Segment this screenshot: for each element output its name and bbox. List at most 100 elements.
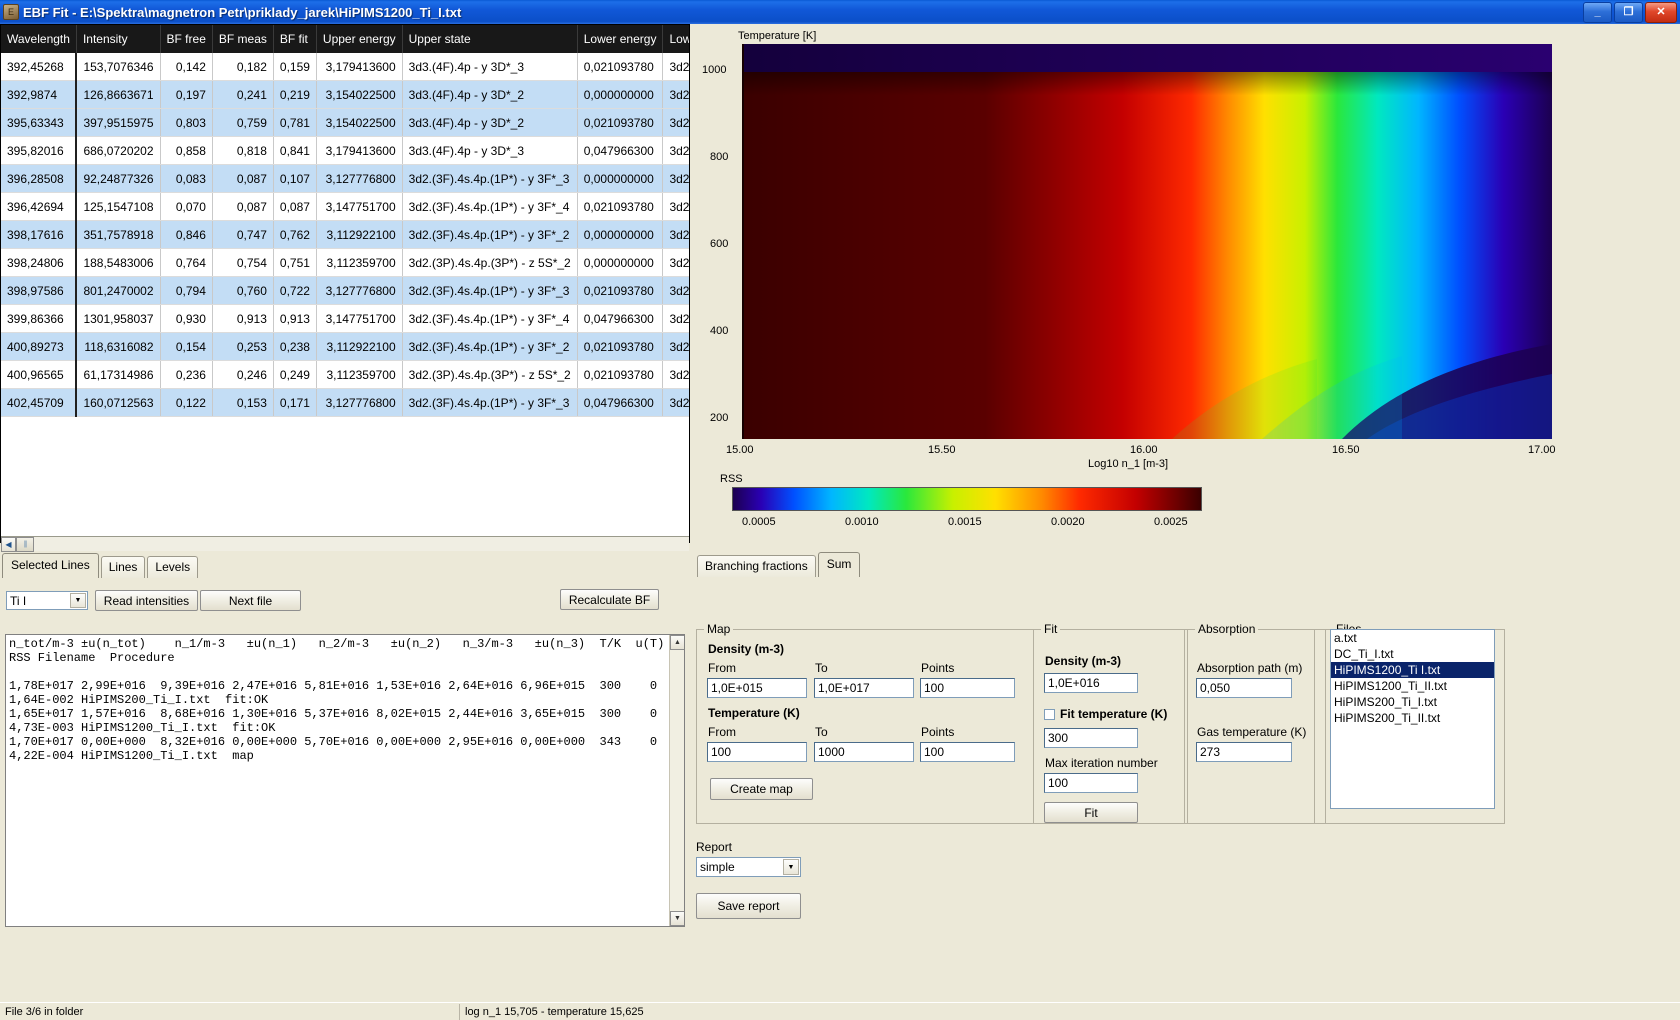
map-density-to-label: To: [815, 661, 828, 675]
map-temp-to-input[interactable]: 1000: [814, 742, 914, 762]
table-cell: 0,087: [212, 164, 274, 193]
chevron-down-icon[interactable]: ▼: [70, 593, 86, 608]
table-horizontal-scrollbar[interactable]: ◀ |||: [1, 536, 689, 552]
table-cell: 3,127776800: [316, 164, 403, 193]
tab-levels[interactable]: Levels: [147, 556, 199, 578]
files-list-item[interactable]: HiPIMS200_Ti_II.txt: [1331, 710, 1494, 726]
fit-temperature-input[interactable]: 300: [1044, 728, 1138, 748]
species-select[interactable]: Ti I ▼: [6, 591, 88, 610]
next-file-button[interactable]: Next file: [200, 590, 301, 611]
tab-sum[interactable]: Sum: [817, 552, 861, 577]
create-map-button[interactable]: Create map: [710, 778, 813, 800]
column-header-bf-meas[interactable]: BF meas: [212, 25, 274, 53]
files-list-item[interactable]: HiPIMS200_Ti_I.txt: [1331, 694, 1494, 710]
minimize-button[interactable]: _: [1583, 2, 1612, 23]
scroll-left-icon[interactable]: ◀: [1, 536, 16, 552]
scroll-down-icon[interactable]: ▼: [670, 911, 684, 926]
files-list-item[interactable]: DC_Ti_I.txt: [1331, 646, 1494, 662]
chevron-down-icon[interactable]: ▼: [783, 859, 799, 875]
table-row[interactable]: 395,63343 397,9515975 0,803 0,759 0,781 3,154…: [1, 108, 689, 137]
table-cell: 0,253: [212, 332, 274, 361]
table-row[interactable]: 402,45709 160,0712563 0,122 0,153 0,171 3,127…: [1, 388, 689, 417]
column-header-lower-energy[interactable]: Lower energy: [577, 25, 664, 53]
table-row[interactable]: 400,89273 118,6316082 0,154 0,253 0,238 3,112…: [1, 332, 689, 361]
save-report-button[interactable]: Save report: [696, 893, 801, 919]
table-row[interactable]: 400,96565 61,17314986 0,236 0,246 0,249 3,112…: [1, 360, 689, 389]
table-cell: 0,047966300: [577, 388, 664, 417]
gas-temperature-input[interactable]: 273: [1196, 742, 1292, 762]
table-row[interactable]: 396,28508 92,24877326 0,083 0,087 0,107 3,127…: [1, 164, 689, 193]
table-cell: 0,000000000: [577, 220, 664, 249]
column-header-upper-state[interactable]: Upper state: [402, 25, 578, 53]
table-row[interactable]: 392,45268 153,7076346 0,142 0,182 0,159 3,179…: [1, 53, 689, 81]
column-header-lower-state[interactable]: Lowe: [662, 25, 689, 53]
table-cell: 0,021093780: [577, 53, 664, 81]
table-cell: 3d2.(3F).4s.4p.(1P*) - y 3F*_3: [402, 164, 578, 193]
fit-density-input[interactable]: 1,0E+016: [1044, 673, 1138, 693]
table-cell: 3d2.(3F).4s.4p.(1P*) - y 3F*_4: [402, 304, 578, 333]
table-cell: 392,45268: [1, 53, 78, 81]
files-list-item[interactable]: HiPIMS1200_Ti I.txt: [1331, 662, 1494, 678]
table-row[interactable]: 398,97586 801,2470002 0,794 0,760 0,722 3,127…: [1, 276, 689, 305]
column-header-upper-energy[interactable]: Upper energy: [316, 25, 403, 53]
column-header-bf-fit[interactable]: BF fit: [273, 25, 317, 53]
files-list-item[interactable]: a.txt: [1331, 630, 1494, 646]
map-temp-points-input[interactable]: 100: [920, 742, 1015, 762]
fit-temperature-checkbox-row[interactable]: Fit temperature (K): [1044, 707, 1167, 721]
lines-table: Wavelength Intensity BF free BF meas BF …: [1, 25, 689, 417]
table-cell: 0,762: [273, 220, 317, 249]
absorption-path-input[interactable]: 0,050: [1196, 678, 1292, 698]
scroll-up-icon[interactable]: ▲: [670, 635, 684, 650]
fit-temperature-checkbox[interactable]: [1044, 708, 1055, 720]
x-tick-16-50: 16.50: [1332, 444, 1360, 456]
report-select[interactable]: simple ▼: [696, 857, 801, 877]
read-intensities-button[interactable]: Read intensities: [95, 590, 198, 611]
heatmap-canvas[interactable]: [742, 44, 1552, 439]
selected-lines-table[interactable]: Wavelength Intensity BF free BF meas BF …: [0, 24, 690, 543]
maximize-button[interactable]: ❐: [1614, 2, 1643, 23]
table-row[interactable]: 396,42694 125,1547108 0,070 0,087 0,087 3,147…: [1, 192, 689, 221]
table-row[interactable]: 399,86366 1301,958037 0,930 0,913 0,913 3,147…: [1, 304, 689, 333]
recalculate-bf-button[interactable]: Recalculate BF: [560, 589, 659, 610]
table-cell: 0,913: [273, 304, 317, 333]
table-cell: 3,127776800: [316, 388, 403, 417]
table-cell: 3d2.: [662, 304, 689, 333]
controls-panel: Branching fractions Sum Map Density (m-3…: [690, 544, 1680, 1020]
log-vertical-scrollbar[interactable]: ▲ ▼: [669, 635, 684, 926]
map-temp-from-input[interactable]: 100: [707, 742, 807, 762]
max-iteration-label: Max iteration number: [1045, 756, 1158, 770]
scrollbar-thumb[interactable]: |||: [16, 536, 34, 552]
table-row[interactable]: 398,17616 351,7578918 0,846 0,747 0,762 3,112…: [1, 220, 689, 249]
left-tabstrip: Selected Lines Lines Levels: [2, 553, 200, 578]
fit-group-label: Fit: [1041, 622, 1061, 636]
column-header-intensity[interactable]: Intensity: [76, 25, 161, 53]
table-cell: 3,147751700: [316, 304, 403, 333]
window-titlebar: E EBF Fit - E:\Spektra\magnetron Petr\pr…: [0, 0, 1680, 24]
colorbar-tick-3: 0.0015: [948, 516, 982, 528]
table-row[interactable]: 395,82016 686,0720202 0,858 0,818 0,841 3,179…: [1, 136, 689, 165]
table-cell: 0,236: [160, 360, 213, 389]
table-cell: 3d2.: [662, 108, 689, 137]
files-listbox[interactable]: a.txt DC_Ti_I.txt HiPIMS1200_Ti I.txt HiPIM…: [1330, 629, 1495, 809]
close-button[interactable]: ✕: [1645, 2, 1677, 23]
results-log-panel[interactable]: n_tot/m-3 ±u(n_tot) n_1/m-3 ±u(n_1) n_2/…: [5, 634, 685, 927]
map-density-from-input[interactable]: 1,0E+015: [707, 678, 807, 698]
tab-branching-fractions[interactable]: Branching fractions: [697, 555, 816, 577]
files-list-item[interactable]: HiPIMS1200_Ti_II.txt: [1331, 678, 1494, 694]
table-cell: 0,153: [212, 388, 274, 417]
table-row[interactable]: 398,24806 188,5483006 0,764 0,754 0,751 3,112…: [1, 248, 689, 277]
max-iteration-input[interactable]: 100: [1044, 773, 1138, 793]
map-density-to-input[interactable]: 1,0E+017: [814, 678, 914, 698]
map-density-points-input[interactable]: 100: [920, 678, 1015, 698]
fit-button[interactable]: Fit: [1044, 802, 1138, 823]
table-cell: 1301,958037: [76, 304, 161, 333]
column-header-bf-free[interactable]: BF free: [160, 25, 213, 53]
table-cell: 3d2.(3F).4s.4p.(1P*) - y 3F*_2: [402, 220, 578, 249]
table-cell: 0,841: [273, 136, 317, 165]
tab-lines[interactable]: Lines: [100, 556, 146, 578]
table-row[interactable]: 392,9874 126,8663671 0,197 0,241 0,219 3,1540…: [1, 80, 689, 109]
table-cell: 0,858: [160, 136, 213, 165]
table-cell: 3d2.: [662, 248, 689, 277]
tab-selected-lines[interactable]: Selected Lines: [2, 553, 99, 578]
column-header-wavelength[interactable]: Wavelength: [1, 25, 77, 53]
